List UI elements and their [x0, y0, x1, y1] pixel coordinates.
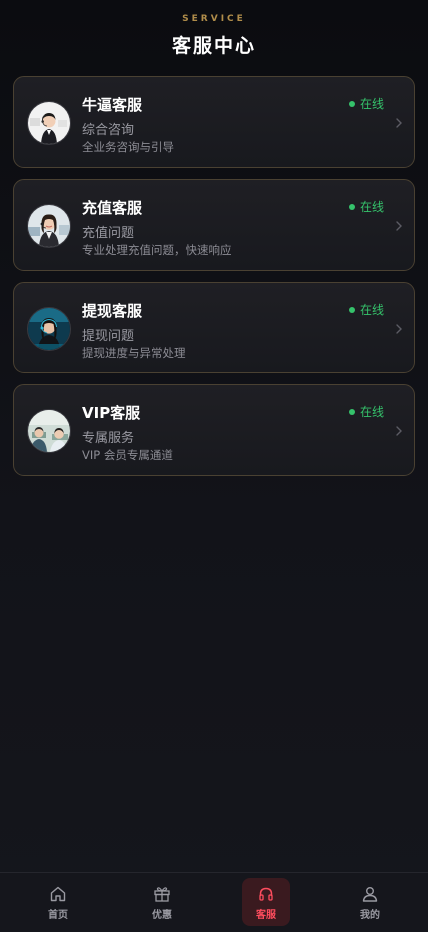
service-card-vip[interactable]: VIP客服 专属服务 VIP 会员专属通道 在线: [13, 384, 415, 476]
service-subtitle: 提现问题: [82, 329, 135, 344]
tab-profile[interactable]: 我的: [346, 878, 394, 926]
service-card-recharge[interactable]: 充值客服 充值问题 专业处理充值问题，快速响应 在线: [13, 179, 415, 271]
status-dot-icon: [348, 306, 355, 313]
service-name: 充值客服: [82, 199, 143, 217]
tab-label: 首页: [48, 910, 68, 921]
tab-customer-service[interactable]: 客服: [242, 878, 290, 926]
service-name: VIP客服: [82, 404, 141, 422]
tab-label: 我的: [360, 910, 380, 921]
service-subtitle: 专属服务: [82, 431, 135, 446]
service-card-general[interactable]: 牛逼客服 综合咨询 全业务咨询与引导 在线: [13, 76, 415, 168]
chevron-right-icon: [396, 118, 402, 128]
user-icon: [362, 887, 378, 902]
status-label: 在线: [359, 405, 384, 419]
online-status: 在线: [348, 95, 384, 112]
service-description: 全业务咨询与引导: [82, 140, 174, 154]
tab-label: 优惠: [152, 910, 172, 921]
status-dot-icon: [348, 100, 355, 107]
service-subtitle: 充值问题: [82, 226, 135, 241]
page-title: 客服中心: [171, 35, 256, 57]
service-name: 提现客服: [82, 302, 143, 320]
agent-avatar: [27, 307, 71, 351]
service-description: VIP 会员专属通道: [82, 448, 173, 462]
status-label: 在线: [359, 303, 384, 317]
agent-avatar: [27, 101, 71, 145]
agent-avatar: [27, 204, 71, 248]
status-label: 在线: [359, 97, 384, 111]
chevron-right-icon: [396, 426, 402, 436]
bottom-tab-bar: 首页 优惠 客服 我的: [0, 872, 428, 932]
page-header: SERVICE 客服中心: [0, 0, 428, 66]
service-name: 牛逼客服: [82, 96, 143, 114]
service-card-withdraw[interactable]: 提现客服 提现问题 提现进度与异常处理 在线: [13, 282, 415, 373]
chevron-right-icon: [396, 221, 402, 231]
service-description: 专业处理充值问题，快速响应: [82, 243, 232, 257]
online-status: 在线: [348, 198, 384, 215]
page-eyebrow: SERVICE: [182, 14, 246, 24]
tab-label: 客服: [256, 910, 276, 921]
service-subtitle: 综合咨询: [82, 123, 135, 138]
online-status: 在线: [348, 403, 384, 420]
status-dot-icon: [348, 203, 355, 210]
service-list: 牛逼客服 综合咨询 全业务咨询与引导 在线 充值客服 充值问题 专业处理充值问题…: [13, 76, 415, 487]
chevron-right-icon: [396, 324, 402, 334]
gift-icon: [154, 887, 170, 902]
service-description: 提现进度与异常处理: [82, 346, 186, 360]
status-label: 在线: [359, 200, 384, 214]
online-status: 在线: [348, 301, 384, 318]
headset-icon: [259, 887, 273, 901]
status-dot-icon: [348, 408, 355, 415]
tab-promotions[interactable]: 优惠: [138, 878, 186, 926]
tab-home[interactable]: 首页: [34, 878, 82, 926]
agent-avatar: [27, 409, 71, 453]
home-icon: [50, 886, 66, 902]
